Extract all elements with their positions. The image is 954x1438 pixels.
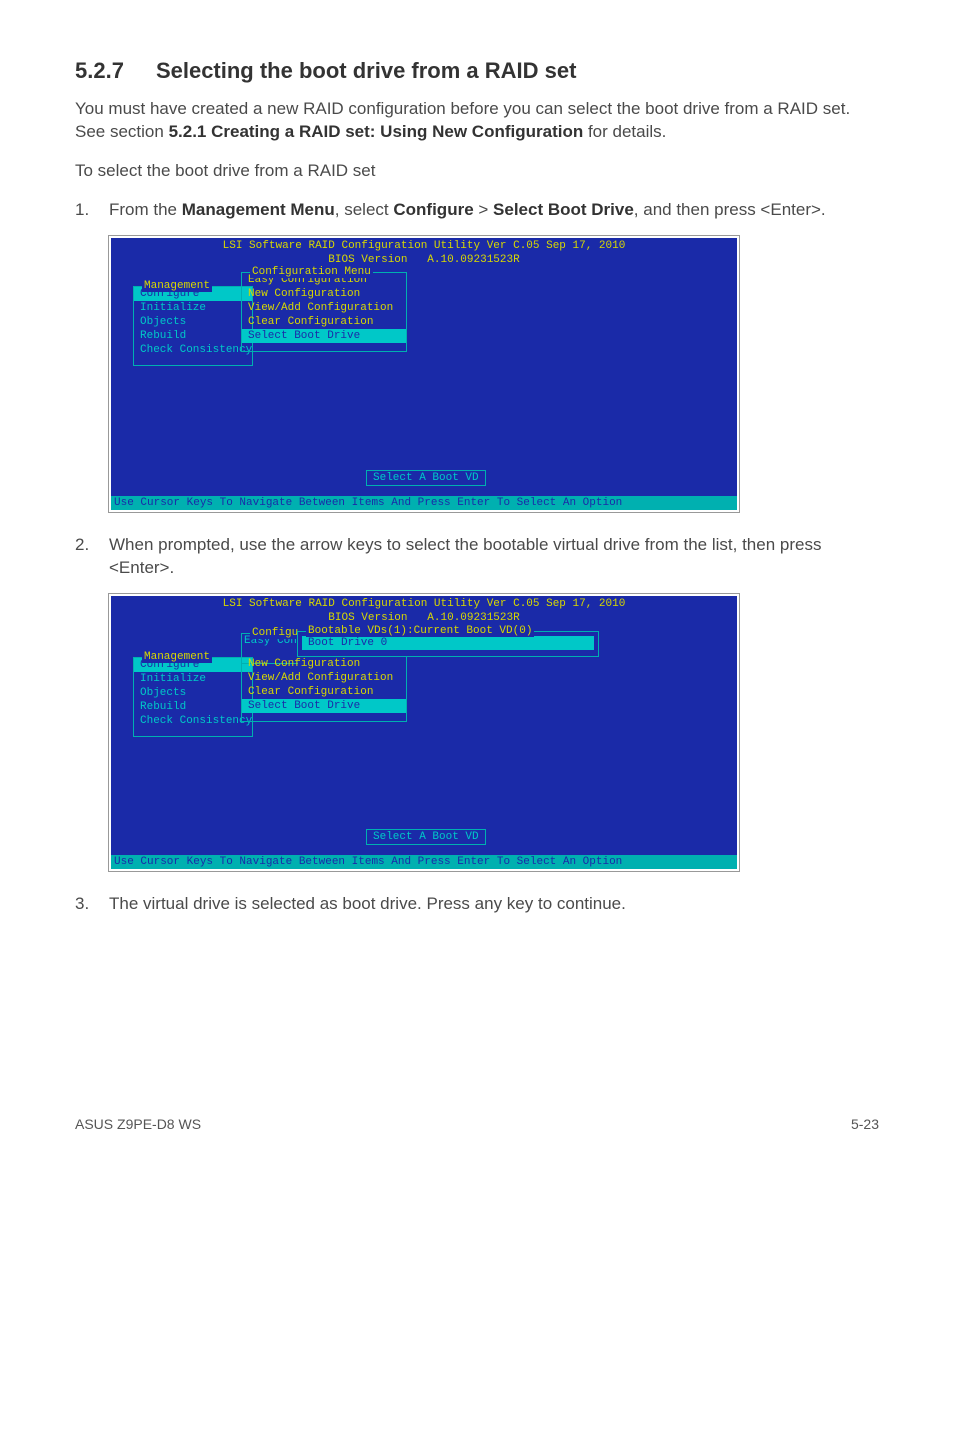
footer-left: ASUS Z9PE-D8 WS	[75, 1116, 201, 1132]
step-1-b2: Configure	[393, 200, 473, 219]
mgmt2-item-initialize[interactable]: Initialize	[134, 672, 252, 686]
bios2-title-line1: LSI Software RAID Configuration Utility …	[223, 598, 626, 610]
step-1-text: From the Management Menu, select Configu…	[109, 199, 879, 222]
bios-screenshot-2: LSI Software RAID Configuration Utility …	[109, 594, 879, 871]
bios2-title-line2: BIOS Version A.10.09231523R	[328, 612, 519, 624]
section-heading: 5.2.7 Selecting the boot drive from a RAI…	[75, 58, 879, 84]
step-1-m1: , select	[335, 200, 394, 219]
mgmt-item-objects[interactable]: Objects	[134, 315, 252, 329]
footer-right: 5-23	[851, 1116, 879, 1132]
cfg-item-new[interactable]: New Configuration	[242, 287, 406, 301]
management-menu-label: Management	[142, 280, 212, 292]
configuration-menu-2: New Configuration View/Add Configuration…	[241, 657, 407, 722]
bios2-footer: Use Cursor Keys To Navigate Between Item…	[111, 855, 737, 869]
intro1-tail: for details.	[583, 122, 666, 141]
step-1-b1: Management Menu	[182, 200, 335, 219]
step-3-number: 3.	[75, 893, 109, 916]
step-3-text: The virtual drive is selected as boot dr…	[109, 893, 879, 916]
page-footer: ASUS Z9PE-D8 WS 5-23	[75, 1116, 879, 1132]
step-1-tail: , and then press <Enter>.	[634, 200, 826, 219]
mgmt-item-initialize[interactable]: Initialize	[134, 301, 252, 315]
step-2: 2. When prompted, use the arrow keys to …	[75, 534, 879, 580]
bios-hint: Select A Boot VD	[366, 470, 486, 486]
step-1-pre: From the	[109, 200, 182, 219]
intro-paragraph-1: You must have created a new RAID configu…	[75, 98, 879, 144]
step-1-number: 1.	[75, 199, 109, 222]
bios-title-line2: BIOS Version A.10.09231523R	[328, 254, 519, 266]
configuration-menu-label: Configuration Menu	[250, 266, 373, 278]
mgmt2-item-objects[interactable]: Objects	[134, 686, 252, 700]
mgmt-item-check-consistency[interactable]: Check Consistency	[134, 343, 252, 357]
bios-title-bar: LSI Software RAID Configuration Utility …	[111, 238, 737, 269]
step-1-m2: >	[474, 200, 493, 219]
cfg2-item-select-boot[interactable]: Select Boot Drive	[242, 699, 406, 713]
bios-screenshot-1: LSI Software RAID Configuration Utility …	[109, 236, 879, 513]
mgmt2-item-check-consistency[interactable]: Check Consistency	[134, 714, 252, 728]
step-3: 3. The virtual drive is selected as boot…	[75, 893, 879, 916]
section-number: 5.2.7	[75, 58, 124, 84]
cfg2-item-viewadd[interactable]: View/Add Configuration	[242, 671, 406, 685]
step-1: 1. From the Management Menu, select Conf…	[75, 199, 879, 222]
bootable-vds-label: Bootable VDs(1):Current Boot VD(0)	[306, 625, 534, 637]
mgmt-item-rebuild[interactable]: Rebuild	[134, 329, 252, 343]
cfg-item-viewadd[interactable]: View/Add Configuration	[242, 301, 406, 315]
cfg-item-select-boot[interactable]: Select Boot Drive	[242, 329, 406, 343]
management-menu-label-2: Management	[142, 651, 212, 663]
step-2-number: 2.	[75, 534, 109, 580]
config-short-label: Configu	[250, 627, 300, 639]
management-menu-2: Management Configure Initialize Objects …	[133, 657, 253, 737]
step-1-b3: Select Boot Drive	[493, 200, 634, 219]
cfg2-item-clear[interactable]: Clear Configuration	[242, 685, 406, 699]
cfg-item-clear[interactable]: Clear Configuration	[242, 315, 406, 329]
management-menu: Management Configure Initialize Objects …	[133, 286, 253, 366]
bios2-title-bar: LSI Software RAID Configuration Utility …	[111, 596, 737, 627]
bootable-vds-box: Bootable VDs(1):Current Boot VD(0) Boot …	[297, 631, 599, 657]
intro1-bold: 5.2.1 Creating a RAID set: Using New Con…	[169, 122, 584, 141]
bios-title-line1: LSI Software RAID Configuration Utility …	[223, 240, 626, 252]
bios2-hint: Select A Boot VD	[366, 829, 486, 845]
section-title-text: Selecting the boot drive from a RAID set	[156, 58, 577, 83]
cfg2-item-new[interactable]: New Configuration	[242, 657, 406, 671]
mgmt2-item-rebuild[interactable]: Rebuild	[134, 700, 252, 714]
boot-drive-item[interactable]: Boot Drive 0	[302, 636, 594, 650]
intro-paragraph-2: To select the boot drive from a RAID set	[75, 160, 879, 183]
configuration-menu: Configuration Menu Easy Configuration Ne…	[241, 272, 407, 352]
step-2-text: When prompted, use the arrow keys to sel…	[109, 534, 879, 580]
bios-footer: Use Cursor Keys To Navigate Between Item…	[111, 496, 737, 510]
